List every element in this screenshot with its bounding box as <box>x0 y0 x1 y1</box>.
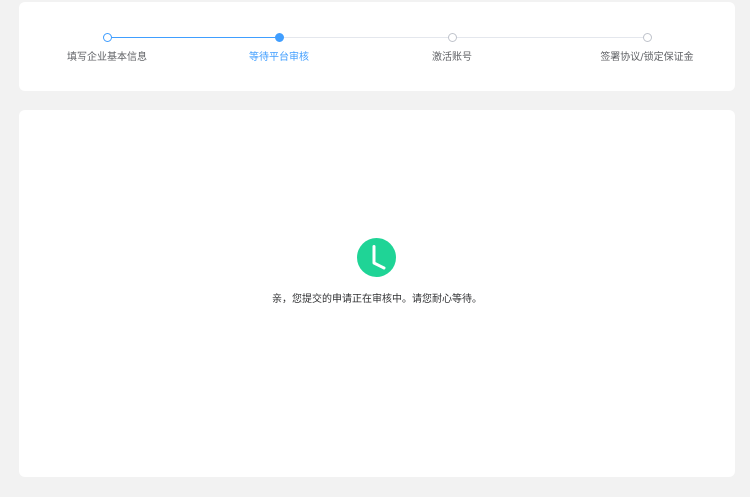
step-dot <box>448 33 457 42</box>
step-dot <box>643 33 652 42</box>
step-label: 填写企业基本信息 <box>67 52 147 63</box>
step-dot <box>103 33 112 42</box>
step-dot <box>275 33 284 42</box>
step-label: 激活账号 <box>432 52 472 63</box>
step-label: 等待平台审核 <box>249 52 309 63</box>
clock-icon <box>357 238 396 277</box>
step-activate-account: 激活账号 <box>372 2 532 91</box>
step-label: 签署协议/锁定保证金 <box>600 52 694 63</box>
step-sign-agreement: 签署协议/锁定保证金 <box>567 2 727 91</box>
progress-steps: 填写企业基本信息 等待平台审核 激活账号 签署协议/锁定保证金 <box>19 2 735 91</box>
step-fill-info: 填写企业基本信息 <box>27 2 187 91</box>
review-status-panel: 亲，您提交的申请正在审核中。请您耐心等待。 <box>19 110 735 477</box>
step-platform-review: 等待平台审核 <box>199 2 359 91</box>
review-pending-message: 亲，您提交的申请正在审核中。请您耐心等待。 <box>272 294 482 305</box>
